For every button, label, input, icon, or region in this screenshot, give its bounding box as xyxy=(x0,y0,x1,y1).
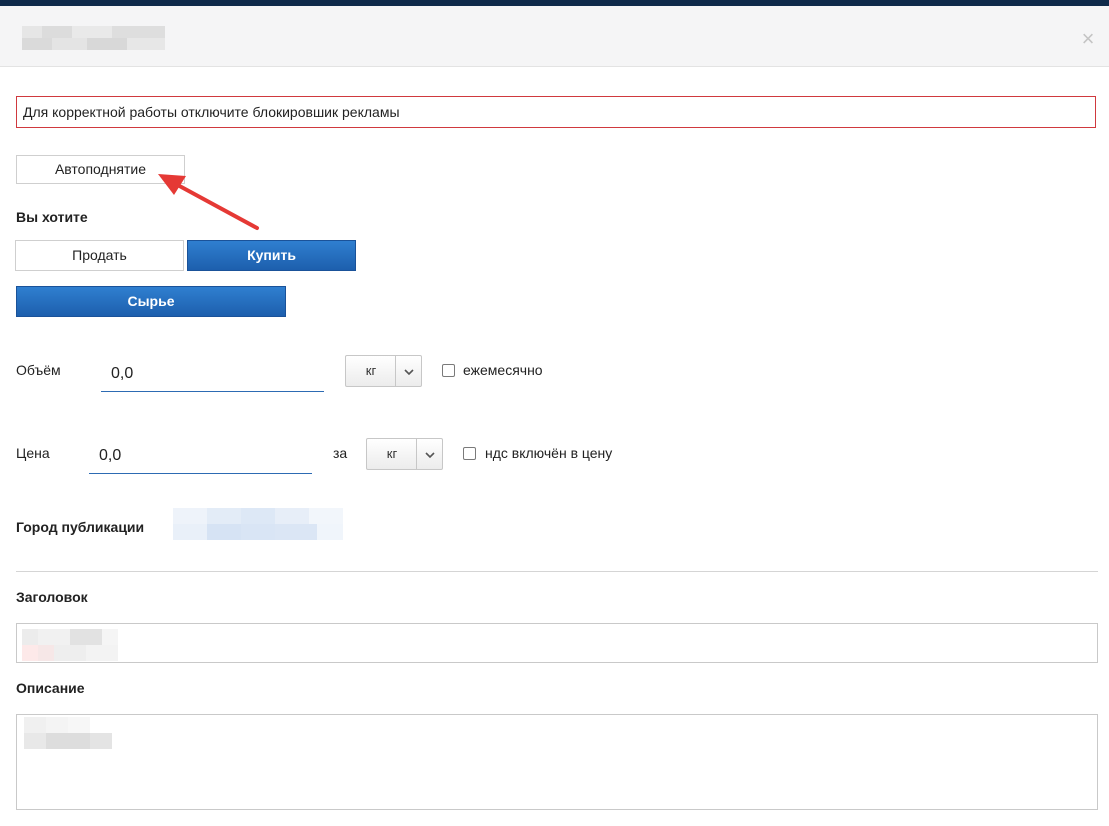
sell-button-label: Продать xyxy=(72,247,127,263)
description-textarea[interactable] xyxy=(16,714,1098,810)
category-button[interactable]: Сырье xyxy=(16,286,286,317)
title-input[interactable] xyxy=(16,623,1098,663)
volume-input[interactable] xyxy=(101,356,324,392)
volume-label: Объём xyxy=(16,362,61,378)
city-value-redacted[interactable] xyxy=(173,508,343,540)
description-field-label: Описание xyxy=(16,680,85,696)
price-unit-select[interactable]: кг xyxy=(366,438,443,470)
modal-title-redacted xyxy=(22,26,165,50)
adblock-alert: Для корректной работы отключите блокиров… xyxy=(16,96,1096,128)
modal-header: × xyxy=(0,6,1109,67)
title-field-label: Заголовок xyxy=(16,589,88,605)
monthly-checkbox[interactable] xyxy=(442,364,455,377)
chevron-down-icon xyxy=(416,439,442,469)
title-value-redacted xyxy=(22,629,118,661)
section-divider xyxy=(16,571,1098,572)
arrow-annotation xyxy=(158,174,259,230)
volume-unit-select[interactable]: кг xyxy=(345,355,422,387)
price-input[interactable] xyxy=(89,438,312,474)
close-icon[interactable]: × xyxy=(1077,28,1099,50)
price-per-label: за xyxy=(333,445,348,461)
city-label: Город публикации xyxy=(16,519,145,535)
volume-unit-value: кг xyxy=(365,363,377,378)
price-unit-value: кг xyxy=(386,446,398,461)
chevron-down-icon xyxy=(395,356,421,386)
autoraise-button-label: Автоподнятие xyxy=(54,161,147,177)
category-button-label: Сырье xyxy=(127,293,175,309)
buy-button[interactable]: Купить xyxy=(187,240,356,271)
adblock-alert-text: Для корректной работы отключите блокиров… xyxy=(23,104,400,120)
description-value-redacted xyxy=(24,717,112,749)
price-label: Цена xyxy=(16,445,50,461)
sell-button[interactable]: Продать xyxy=(15,240,184,271)
vat-label: ндс включён в цену xyxy=(485,445,613,461)
intent-label: Вы хотите xyxy=(16,209,88,225)
monthly-label: ежемесячно xyxy=(463,362,543,378)
vat-checkbox[interactable] xyxy=(463,447,476,460)
buy-button-label: Купить xyxy=(247,247,296,263)
